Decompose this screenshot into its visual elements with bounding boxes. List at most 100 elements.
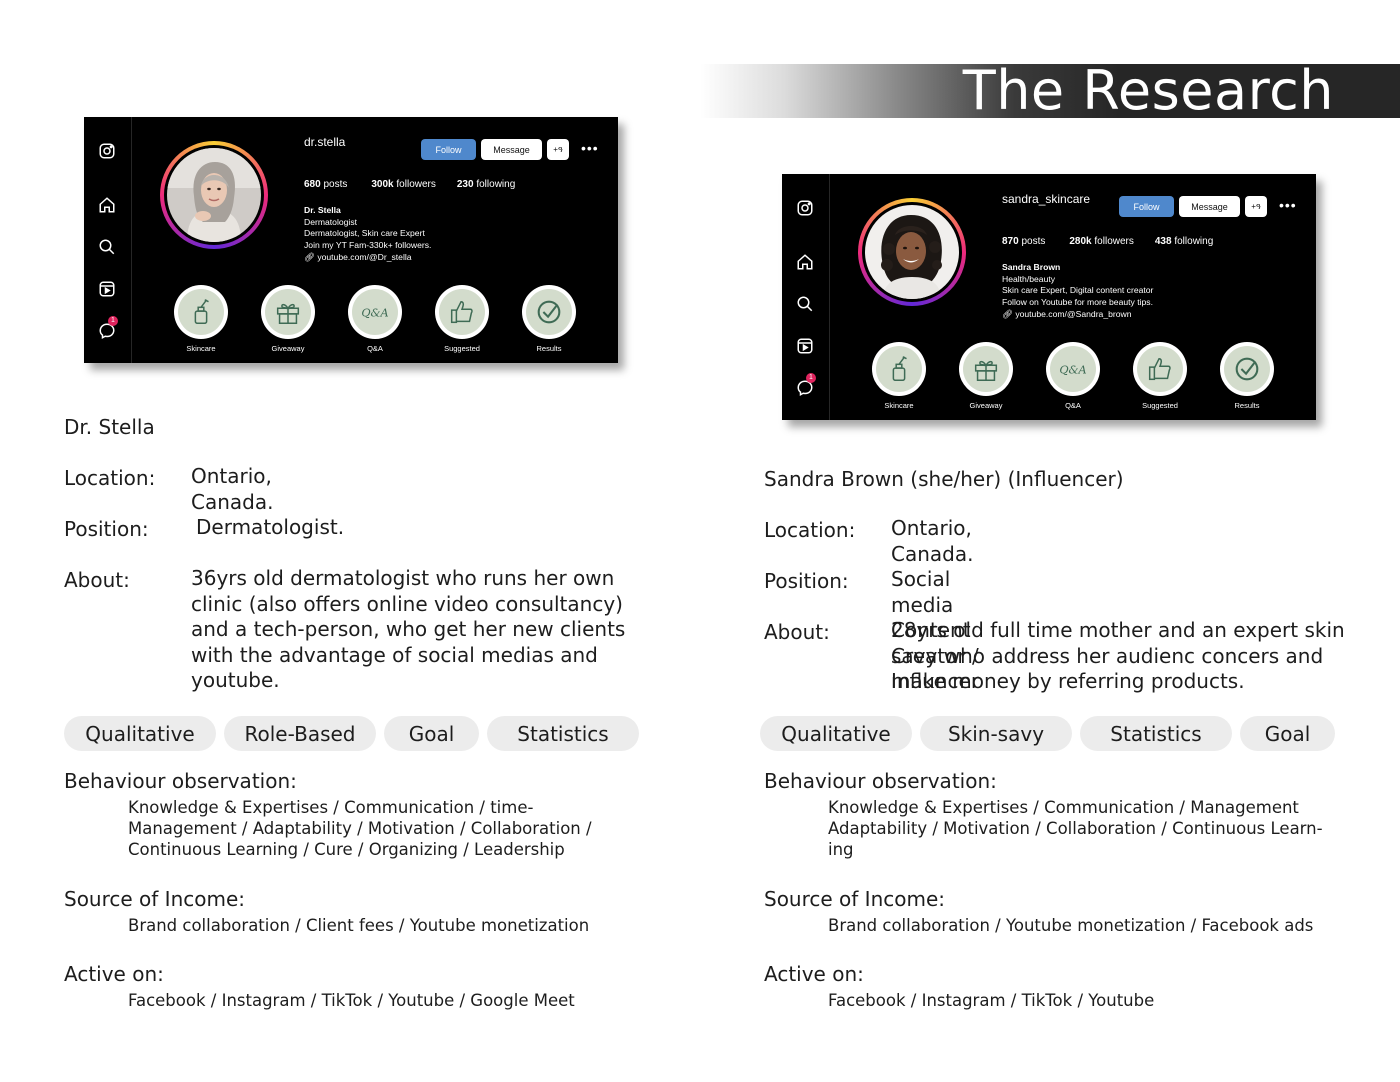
position-label: Position: xyxy=(764,569,849,593)
behaviour-title: Behaviour observation: xyxy=(64,769,297,793)
about-value: 36yrs old dermatologist who runs her own… xyxy=(191,566,626,692)
location-value: Ontario, Canada. xyxy=(891,516,974,566)
highlight-label: Suggested xyxy=(444,344,480,353)
highlight-label: Skincare xyxy=(884,401,914,410)
highlight-skincare[interactable]: Skincare xyxy=(173,285,229,353)
link-icon: 🔗︎ xyxy=(1002,308,1013,319)
highlight-skincare[interactable]: Skincare xyxy=(871,342,927,410)
instagram-logo-icon[interactable] xyxy=(795,198,815,218)
messenger-icon[interactable]: 1 xyxy=(795,373,816,398)
position-value: Dermatologist. xyxy=(196,515,345,539)
tag: Goal xyxy=(384,716,479,751)
highlight-label: Q&A xyxy=(367,344,383,353)
profile-avatar-ring xyxy=(160,141,268,249)
dropper-bottle-icon xyxy=(178,289,224,335)
income-body: Brand collaboration / Client fees / Yout… xyxy=(128,916,590,935)
thumbs-up-icon xyxy=(1137,346,1183,392)
tag: Statistics xyxy=(1080,716,1232,751)
profile-username: dr.stella xyxy=(304,135,346,149)
avatar[interactable] xyxy=(167,148,261,242)
active-title: Active on: xyxy=(64,962,164,986)
active-body: Facebook / Instagram / TikTok / Youtube xyxy=(828,991,1155,1010)
instagram-logo-icon[interactable] xyxy=(97,141,117,161)
check-icon xyxy=(1224,346,1270,392)
about-label: About: xyxy=(764,620,830,644)
message-button[interactable]: Message xyxy=(1179,196,1240,217)
follow-button[interactable]: Follow xyxy=(421,139,476,160)
income-body: Brand collaboration / Youtube monetizati… xyxy=(828,916,1314,935)
more-options-icon[interactable]: ••• xyxy=(581,139,599,160)
reels-icon[interactable] xyxy=(795,336,815,356)
dropper-bottle-icon xyxy=(876,346,922,392)
search-icon[interactable] xyxy=(97,237,117,257)
bio-name: Sandra Brown xyxy=(1002,262,1061,272)
followers-count: 280k xyxy=(1069,236,1092,247)
home-icon[interactable] xyxy=(795,252,815,272)
title-band: The Research xyxy=(700,62,1400,120)
persona-tags: Qualitative Role-Based Goal Statistics xyxy=(64,716,647,751)
following-label: following xyxy=(476,179,516,190)
messenger-icon[interactable]: 1 xyxy=(97,316,118,341)
instagram-profile-card-stella: 1 dr.stella Follow Message +ዓ ••• 680 po… xyxy=(84,117,618,363)
more-options-icon[interactable]: ••• xyxy=(1279,196,1297,217)
suggest-user-button[interactable]: +ዓ xyxy=(547,139,569,160)
location-value: Ontario, Canada. xyxy=(191,464,274,514)
highlight-label: Q&A xyxy=(1065,401,1081,410)
tag: Qualitative xyxy=(760,716,912,751)
search-icon[interactable] xyxy=(795,294,815,314)
highlight-giveaway[interactable]: Giveaway xyxy=(958,342,1014,410)
profile-bio: Sandra Brown Health/beauty Skin care Exp… xyxy=(1002,262,1153,321)
active-body: Facebook / Instagram / TikTok / Youtube … xyxy=(128,991,575,1010)
posts-label: posts xyxy=(1021,236,1046,247)
behaviour-body: Knowledge & Expertises / Communication /… xyxy=(128,798,592,859)
highlight-results[interactable]: Results xyxy=(1219,342,1275,410)
follow-button[interactable]: Follow xyxy=(1119,196,1174,217)
following-count: 438 xyxy=(1154,236,1172,247)
location-label: Location: xyxy=(64,466,156,490)
highlight-label: Suggested xyxy=(1142,401,1178,410)
bio-line: Dermatologist, Skin care Expert xyxy=(304,228,425,239)
gift-icon xyxy=(963,346,1009,392)
highlight-suggested[interactable]: Suggested xyxy=(434,285,490,353)
highlight-suggested[interactable]: Suggested xyxy=(1132,342,1188,410)
svg-text:Q&A: Q&A xyxy=(1059,364,1086,377)
following-label: following xyxy=(1174,236,1214,247)
thumbs-up-icon xyxy=(439,289,485,335)
instagram-sidebar: 1 xyxy=(782,174,830,420)
persona-name: Sandra Brown (she/her) (Influencer) xyxy=(764,467,1124,491)
profile-stats: 680 posts 300k followers 230 following xyxy=(304,179,515,190)
following-count: 230 xyxy=(456,179,474,190)
notification-badge: 1 xyxy=(806,373,816,383)
behaviour-title: Behaviour observation: xyxy=(764,769,997,793)
check-icon xyxy=(526,289,572,335)
home-icon[interactable] xyxy=(97,195,117,215)
gift-icon xyxy=(265,289,311,335)
tag: Goal xyxy=(1240,716,1335,751)
posts-count: 870 xyxy=(1002,236,1019,247)
about-label: About: xyxy=(64,568,130,592)
location-label: Location: xyxy=(764,518,856,542)
bio-name: Dr. Stella xyxy=(304,205,341,215)
position-label: Position: xyxy=(64,517,149,541)
highlight-giveaway[interactable]: Giveaway xyxy=(260,285,316,353)
profile-avatar-ring xyxy=(858,198,966,306)
svg-text:Q&A: Q&A xyxy=(361,307,388,320)
bio-link[interactable]: 🔗︎ youtube.com/@Dr_stella xyxy=(304,252,431,264)
tag: Role-Based xyxy=(224,716,376,751)
about-value: 28yrs old full time mother and an expert… xyxy=(891,618,1345,693)
message-button[interactable]: Message xyxy=(481,139,542,160)
suggest-user-button[interactable]: +ዓ xyxy=(1245,196,1267,217)
reels-icon[interactable] xyxy=(97,279,117,299)
income-title: Source of Income: xyxy=(64,887,246,911)
highlight-qa[interactable]: Q&A Q&A xyxy=(347,285,403,353)
bio-line: Follow on Youtube for more beauty tips. xyxy=(1002,297,1153,308)
qa-icon: Q&A xyxy=(1050,346,1096,392)
bio-link[interactable]: 🔗︎ youtube.com/@Sandra_brown xyxy=(1002,309,1153,321)
behaviour-body: Knowledge & Expertises / Communication /… xyxy=(828,798,1323,859)
avatar[interactable] xyxy=(865,205,959,299)
bio-line: Skin care Expert, Digital content creato… xyxy=(1002,285,1154,296)
highlight-qa[interactable]: Q&A Q&A xyxy=(1045,342,1101,410)
tag: Qualitative xyxy=(64,716,216,751)
highlight-label: Giveaway xyxy=(271,344,305,353)
highlight-results[interactable]: Results xyxy=(521,285,577,353)
